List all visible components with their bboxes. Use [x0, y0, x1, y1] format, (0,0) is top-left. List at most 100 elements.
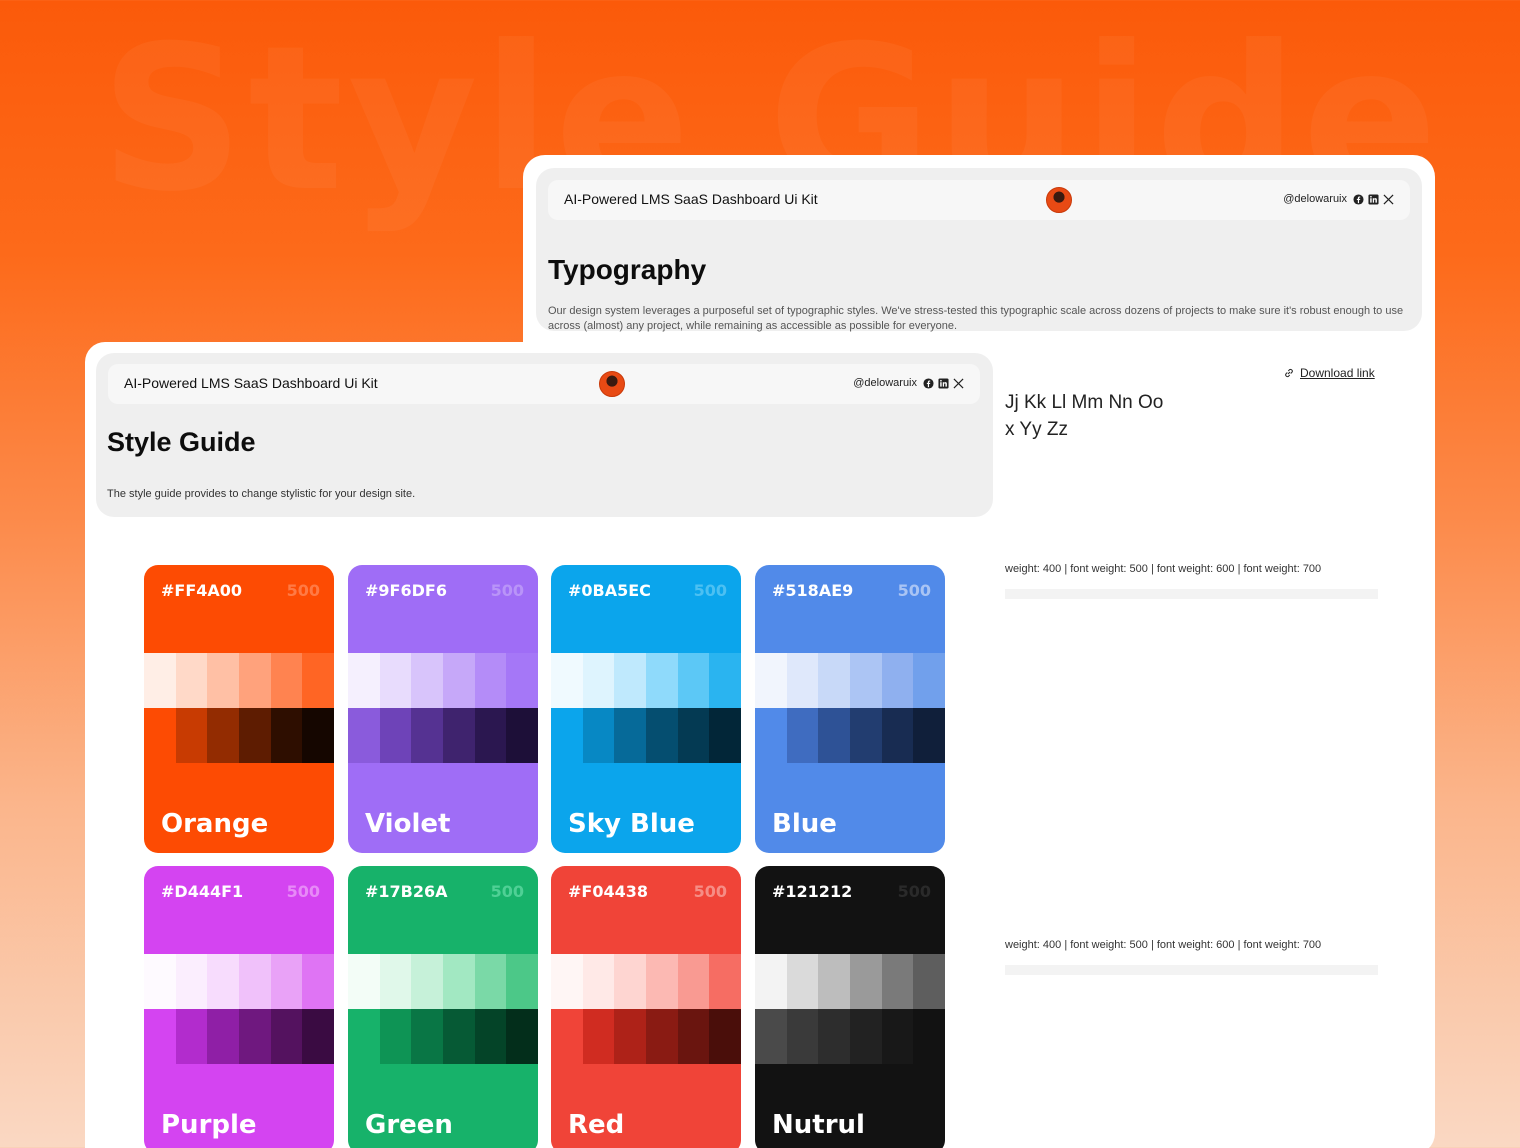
link-icon — [1285, 368, 1293, 378]
shade-cell — [881, 653, 914, 708]
shade-cell — [348, 1009, 380, 1064]
swatch-hex: #121212 — [772, 882, 853, 901]
shade-cell — [239, 954, 271, 1009]
shade-cell — [270, 653, 303, 708]
shade-cell — [270, 1009, 303, 1064]
shade-cell — [614, 954, 647, 1009]
swatch-light-shades — [755, 653, 945, 708]
shade-cell — [881, 954, 914, 1009]
swatch-level: 500 — [897, 581, 931, 600]
shade-cell — [582, 954, 615, 1009]
swatch-hex: #D444F1 — [161, 882, 244, 901]
shade-cell — [850, 708, 882, 763]
swatch-light-shades — [551, 954, 741, 1009]
shade-cell — [411, 1009, 444, 1064]
shade-cell — [850, 1009, 882, 1064]
font-weights-row-2: weight: 400 | font weight: 500 | font we… — [1005, 939, 1322, 951]
swatch-hex: #9F6DF6 — [365, 581, 447, 600]
swatch-dark-shades — [551, 1009, 741, 1064]
shade-cell — [614, 653, 647, 708]
shade-cell — [144, 708, 176, 763]
color-swatch-purple[interactable]: #D444F1 500 Purple — [144, 866, 334, 1148]
author-handle[interactable]: @delowaruix — [853, 377, 917, 389]
shade-cell — [709, 708, 741, 763]
shade-cell — [175, 653, 208, 708]
swatch-dark-shades — [144, 1009, 334, 1064]
swatch-dark-shades — [144, 708, 334, 763]
color-swatch-violet[interactable]: #9F6DF6 500 Violet — [348, 565, 538, 853]
shade-cell — [755, 1009, 787, 1064]
shade-cell — [474, 954, 507, 1009]
color-swatch-red[interactable]: #F04438 500 Red — [551, 866, 741, 1148]
shade-cell — [582, 653, 615, 708]
shade-cell — [411, 954, 444, 1009]
facebook-icon[interactable] — [1353, 193, 1364, 205]
shade-cell — [302, 708, 334, 763]
shade-cell — [646, 1009, 678, 1064]
shade-cell — [881, 1009, 914, 1064]
shade-cell — [646, 954, 678, 1009]
social-links: @delowaruix — [853, 377, 964, 389]
swatch-level: 500 — [897, 882, 931, 901]
swatch-name: Red — [568, 1110, 625, 1140]
linkedin-icon[interactable] — [938, 377, 949, 389]
shade-cell — [207, 1009, 240, 1064]
shade-cell — [302, 954, 334, 1009]
color-swatch-orange[interactable]: #FF4A00 500 Orange — [144, 565, 334, 853]
shade-cell — [239, 1009, 271, 1064]
swatch-name: Nutrul — [772, 1110, 865, 1140]
shade-cell — [239, 653, 271, 708]
swatch-name: Violet — [365, 809, 451, 839]
divider — [1005, 589, 1378, 599]
shade-cell — [379, 653, 412, 708]
download-link-label: Download link — [1300, 366, 1375, 380]
x-icon[interactable] — [1383, 193, 1394, 205]
shade-cell — [443, 708, 475, 763]
shade-cell — [677, 954, 710, 1009]
color-swatch-sky-blue[interactable]: #0BA5EC 500 Sky Blue — [551, 565, 741, 853]
swatch-dark-shades — [551, 708, 741, 763]
shade-cell — [614, 708, 647, 763]
shade-cell — [348, 954, 380, 1009]
shade-cell — [709, 653, 741, 708]
shade-cell — [175, 1009, 208, 1064]
shade-cell — [850, 653, 882, 708]
style-guide-topbar: AI-Powered LMS SaaS Dashboard Ui Kit @de… — [108, 364, 980, 404]
shade-cell — [270, 954, 303, 1009]
shade-cell — [207, 954, 240, 1009]
shade-cell — [506, 1009, 538, 1064]
page-title: Typography — [548, 254, 707, 285]
color-swatch-blue[interactable]: #518AE9 500 Blue — [755, 565, 945, 853]
shade-cell — [443, 1009, 475, 1064]
shade-cell — [506, 954, 538, 1009]
swatch-dark-shades — [755, 708, 945, 763]
shade-cell — [755, 653, 787, 708]
shade-cell — [646, 653, 678, 708]
kit-title: AI-Powered LMS SaaS Dashboard Ui Kit — [564, 191, 818, 207]
x-icon[interactable] — [953, 377, 964, 389]
swatch-level: 500 — [286, 581, 320, 600]
social-links: @delowaruix — [1283, 193, 1394, 205]
shade-cell — [302, 653, 334, 708]
swatch-name: Blue — [772, 809, 837, 839]
shade-cell — [348, 653, 380, 708]
shade-cell — [913, 954, 945, 1009]
color-swatch-green[interactable]: #17B26A 500 Green — [348, 866, 538, 1148]
shade-cell — [302, 1009, 334, 1064]
shade-cell — [818, 954, 851, 1009]
shade-cell — [144, 1009, 176, 1064]
color-swatch-nutrul[interactable]: #121212 500 Nutrul — [755, 866, 945, 1148]
facebook-icon[interactable] — [923, 377, 934, 389]
style-guide-hero: AI-Powered LMS SaaS Dashboard Ui Kit @de… — [96, 353, 993, 517]
shade-cell — [551, 1009, 583, 1064]
alphabet-sample-line-2: x Yy Zz — [1005, 419, 1068, 440]
shade-cell — [506, 653, 538, 708]
swatch-level: 500 — [286, 882, 320, 901]
download-link[interactable]: Download link — [1283, 366, 1375, 380]
swatch-hex: #FF4A00 — [161, 581, 243, 600]
linkedin-icon[interactable] — [1368, 193, 1379, 205]
swatch-level: 500 — [693, 581, 727, 600]
author-handle[interactable]: @delowaruix — [1283, 193, 1347, 205]
swatch-hex: #0BA5EC — [568, 581, 651, 600]
shade-cell — [850, 954, 882, 1009]
